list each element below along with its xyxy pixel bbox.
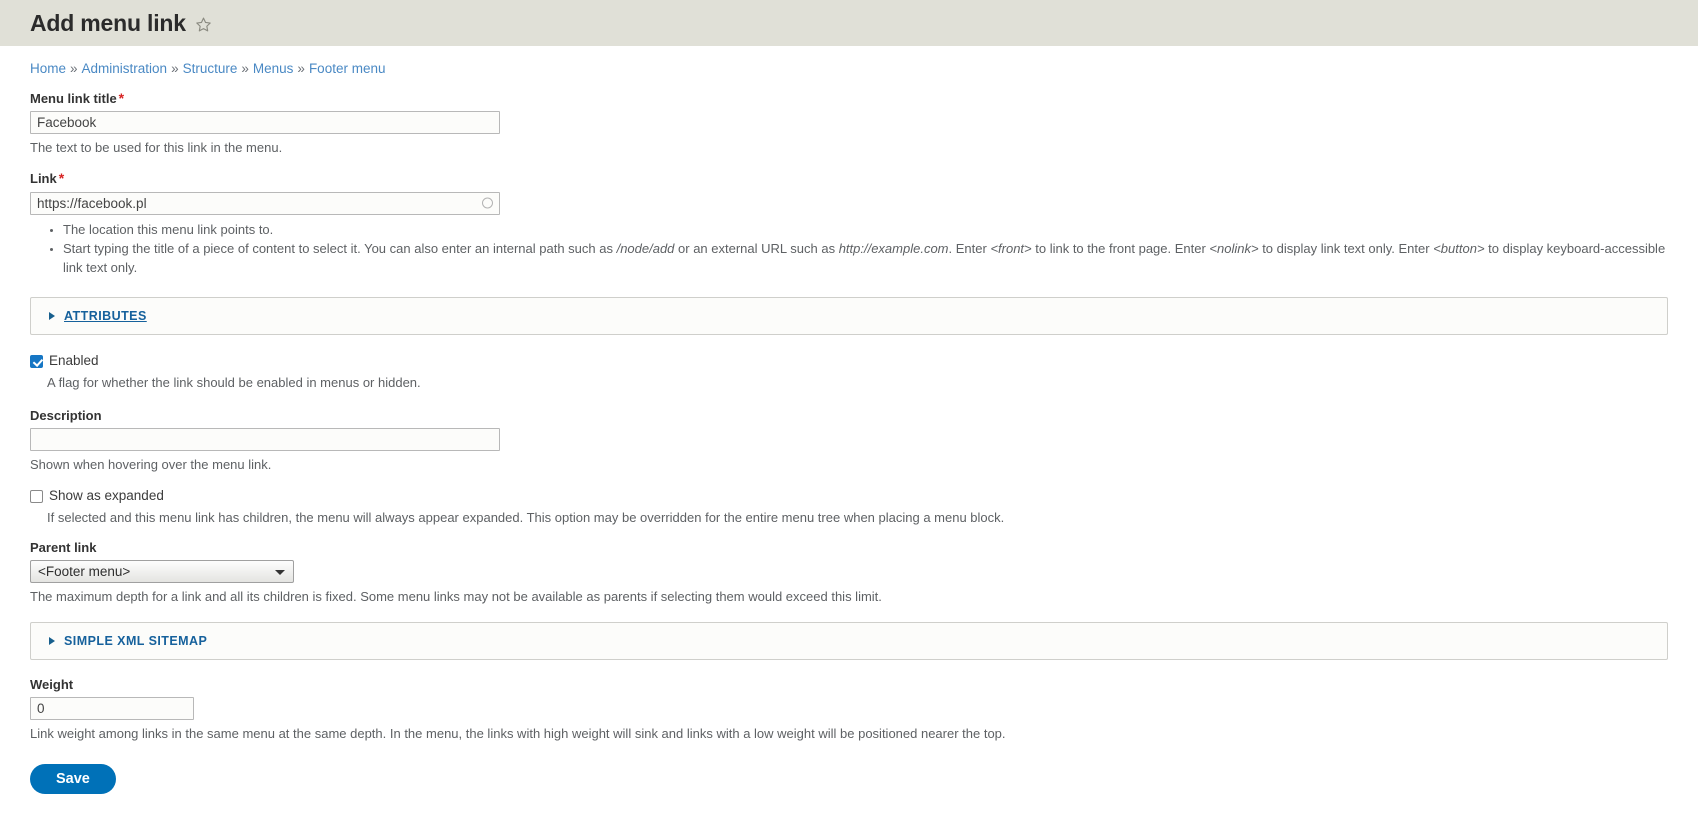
description-help-text: Shown when hovering over the menu link. — [30, 456, 272, 472]
breadcrumb-item-menus[interactable]: Menus — [253, 61, 294, 76]
link-description-item: The location this menu link points to. — [63, 221, 1668, 239]
simple-xml-sitemap-details[interactable]: Simple XML sitemap — [30, 621, 1668, 660]
weight-input[interactable] — [30, 696, 194, 720]
breadcrumb-separator: » — [241, 61, 249, 76]
description-input[interactable] — [30, 427, 500, 451]
main-content: Home» Administration» Structure» Menus» Foot… — [0, 46, 1698, 795]
link-input-wrapper — [30, 191, 500, 215]
link-label: Link * — [30, 171, 1668, 186]
show-as-expanded-label[interactable]: Show as expanded — [49, 489, 164, 504]
link-description-item: Start typing the title of a piece of con… — [63, 240, 1668, 277]
show-as-expanded-checkbox-row: Show as expanded — [30, 489, 1668, 504]
enabled-checkbox-label[interactable]: Enabled — [49, 353, 99, 369]
parent-link-label: Parent link — [30, 539, 97, 555]
show-as-expanded-description: If selected and this menu link has child… — [47, 510, 1005, 526]
link-form-item: Link* The location this menu link points… — [30, 171, 1668, 277]
required-marker: * — [58, 170, 65, 187]
weight-form-item: Weight Link weight among links in the sa… — [30, 676, 1668, 743]
enabled-description: A flag for whether the link should be en… — [47, 375, 421, 391]
menu-link-title-form-item: Menu link title* The text to be used for… — [30, 89, 1668, 157]
breadcrumb-separator: » — [297, 61, 305, 76]
parent-link-select[interactable]: <Footer menu> — [30, 560, 294, 584]
link-input[interactable] — [30, 191, 500, 215]
parent-link-select-wrapper: <Footer menu> — [30, 560, 294, 584]
desc-part: Start typing the title of a piece of con… — [63, 241, 617, 257]
attributes-details-title: Attributes — [64, 309, 147, 324]
weight-description: Link weight among links in the same menu… — [30, 725, 1006, 741]
desc-code-node-add: /node/add — [616, 241, 675, 257]
loading-circle-icon — [482, 197, 493, 209]
breadcrumb: Home» Administration» Structure» Menus» Foot… — [30, 46, 1668, 76]
page-title: Add menu link — [30, 9, 186, 36]
breadcrumb-separator: » — [171, 61, 179, 76]
simple-xml-sitemap-title: Simple XML sitemap — [64, 633, 208, 648]
desc-part: . Enter — [948, 241, 991, 257]
desc-code-example-url: http://example.com — [838, 241, 949, 257]
menu-link-title-input[interactable] — [30, 110, 500, 134]
description-form-item: Description Shown when hovering over the… — [30, 407, 1668, 474]
link-description-list: The location this menu link points to. S… — [30, 221, 1668, 277]
weight-label: Weight — [30, 676, 74, 692]
menu-link-title-label-text: Menu link title — [30, 90, 117, 106]
desc-code-front: <front> — [990, 241, 1032, 257]
parent-link-description: The maximum depth for a link and all its… — [30, 589, 882, 605]
enabled-checkbox[interactable] — [30, 355, 43, 369]
description-label: Description — [30, 407, 102, 423]
menu-link-title-description: The text to be used for this link in the… — [30, 139, 283, 155]
enabled-checkbox-row: Enabled — [30, 353, 1668, 369]
breadcrumb-item-footer-menu[interactable]: Footer menu — [309, 61, 386, 76]
desc-part: or an external URL such as — [674, 241, 839, 257]
menu-link-title-label: Menu link title * — [30, 89, 1668, 106]
desc-code-nolink: <nolink> — [1209, 241, 1259, 257]
attributes-details-summary[interactable]: Attributes — [31, 298, 1667, 334]
page-header: Add menu link — [0, 0, 1698, 46]
breadcrumb-item-home[interactable]: Home — [30, 61, 66, 76]
desc-part: to link to the front page. Enter — [1031, 241, 1210, 257]
save-button[interactable]: Save — [30, 763, 116, 795]
breadcrumb-separator: » — [70, 61, 78, 76]
link-label-text: Link — [30, 171, 57, 187]
attributes-details[interactable]: Attributes — [30, 297, 1668, 336]
breadcrumb-item-structure[interactable]: Structure — [183, 61, 238, 76]
required-marker: * — [118, 89, 125, 106]
collapsed-triangle-icon — [49, 636, 55, 645]
desc-code-button: <button> — [1433, 241, 1485, 257]
breadcrumb-item-administration[interactable]: Administration — [82, 61, 168, 76]
simple-xml-sitemap-summary[interactable]: Simple XML sitemap — [31, 623, 1667, 659]
desc-part: to display link text only. Enter — [1258, 241, 1434, 257]
collapsed-triangle-icon — [49, 312, 55, 321]
parent-link-form-item: Parent link <Footer menu> The maximum de… — [30, 539, 1668, 606]
show-as-expanded-checkbox[interactable] — [30, 490, 43, 504]
star-outline-icon[interactable] — [195, 16, 212, 33]
